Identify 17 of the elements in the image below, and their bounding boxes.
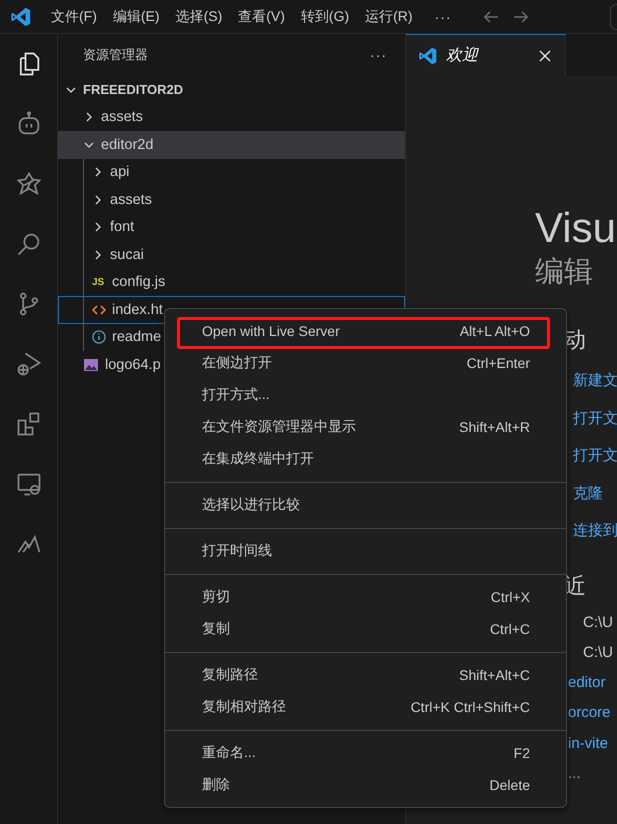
file-name: editor2d (101, 136, 154, 153)
file-name: logo64.p (105, 356, 161, 373)
folder-name: FREEEDITOR2D (83, 82, 184, 98)
welcome-subtitle: 编辑 (535, 255, 593, 290)
file-name: config.js (112, 274, 166, 290)
explorer-title: 资源管理器 (83, 46, 148, 64)
recent-path: C:\U (583, 612, 613, 632)
file-name: sucai (110, 246, 144, 263)
file-name: font (110, 219, 134, 236)
js-file-icon: JS (92, 276, 106, 288)
welcome-title: Visu (535, 203, 616, 253)
file-name: assets (110, 192, 152, 208)
file-name: readme (112, 329, 162, 346)
file-name: assets (101, 109, 143, 126)
recent-path: C:\U (583, 642, 613, 662)
file-name: index.ht (112, 302, 163, 318)
file-name: api (110, 164, 130, 180)
